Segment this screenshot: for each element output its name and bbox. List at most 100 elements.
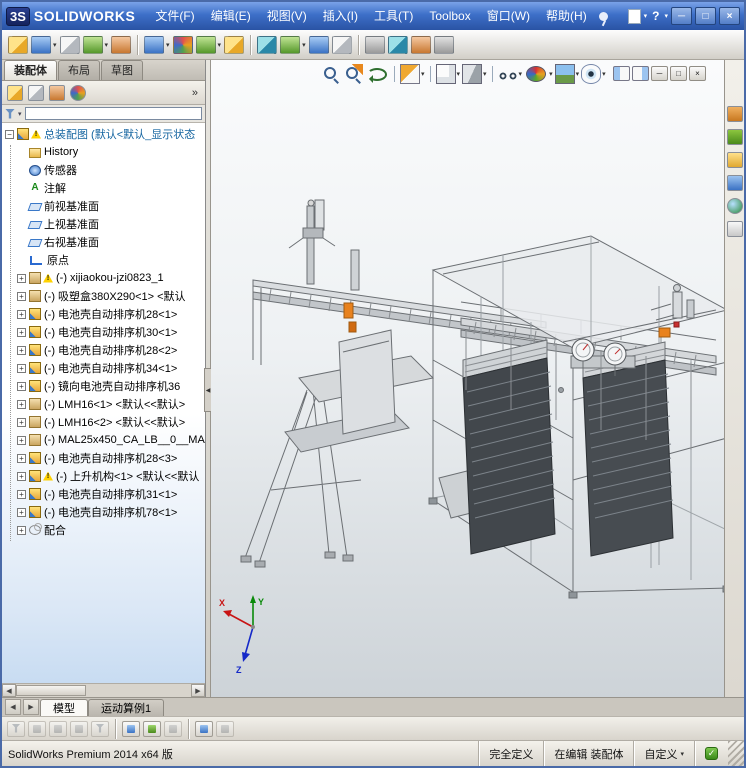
tree-filter-input[interactable] xyxy=(24,107,202,120)
filter-faces-icon[interactable] xyxy=(70,720,88,737)
hide-show-items-icon[interactable] xyxy=(497,64,518,84)
expand-toggle[interactable]: + xyxy=(17,309,26,319)
tree-item-component[interactable]: + (-) LMH16<2> <默认<<默认> xyxy=(5,413,205,431)
show-hidden-dropdown-icon[interactable]: ▾ xyxy=(218,41,222,49)
new-document-dropdown-icon[interactable]: ▾ xyxy=(644,12,648,20)
window-maximize-button[interactable]: □ xyxy=(695,7,716,25)
split-pane-left-icon[interactable] xyxy=(613,66,630,81)
tab-motion-study[interactable]: 运动算例1 xyxy=(88,699,165,716)
filter-dropdown-icon[interactable]: ▾ xyxy=(18,110,22,118)
exploded-view-icon[interactable] xyxy=(331,35,352,54)
tree-item-annotations[interactable]: A 注解 xyxy=(5,179,205,197)
edit-component-icon[interactable] xyxy=(8,35,28,54)
menu-edit[interactable]: 编辑(E) xyxy=(203,2,259,30)
clear-filters-icon[interactable] xyxy=(91,720,109,737)
help-icon[interactable]: ? xyxy=(650,9,661,23)
filter-toggle-icon[interactable] xyxy=(7,720,25,737)
filter-edges-icon[interactable] xyxy=(49,720,67,737)
tree-item-origin[interactable]: 原点 xyxy=(5,251,205,269)
tab-model[interactable]: 模型 xyxy=(40,699,88,716)
scroll-left-button[interactable]: ◀ xyxy=(2,684,16,697)
view-orientation-dropdown-icon[interactable]: ▾ xyxy=(457,70,461,78)
tree-item-component[interactable]: + (-) 吸塑盒380X290<1> <默认 xyxy=(5,287,205,305)
view-settings-dropdown-icon[interactable]: ▾ xyxy=(602,70,606,78)
tree-item-component[interactable]: + (-) 电池壳自动排序机78<1> xyxy=(5,503,205,521)
scroll-right-button[interactable]: ▶ xyxy=(191,684,205,697)
tree-item-sensors[interactable]: 传感器 xyxy=(5,161,205,179)
tree-item-component[interactable]: + (-) LMH16<1> <默认<<默认> xyxy=(5,395,205,413)
tree-item-mates[interactable]: + 配合 xyxy=(5,521,205,539)
document-minimize-button[interactable]: ─ xyxy=(651,66,668,81)
new-document-icon[interactable] xyxy=(627,8,641,24)
tree-item-component[interactable]: + (-) MAL25x450_CA_LB__0__MA xyxy=(5,431,205,449)
menu-insert[interactable]: 插入(I) xyxy=(315,2,366,30)
tree-item-component[interactable]: + (-) 电池壳自动排序机30<1> xyxy=(5,323,205,341)
tab-scroll-right-button[interactable]: ▶ xyxy=(23,699,39,715)
expand-toggle[interactable]: + xyxy=(17,435,26,445)
large-assembly-mode-icon[interactable] xyxy=(433,35,454,54)
window-minimize-button[interactable]: ─ xyxy=(671,7,692,25)
tab-sketch[interactable]: 草图 xyxy=(101,60,143,80)
expand-toggle[interactable]: + xyxy=(17,291,26,301)
filter-funnel-icon[interactable] xyxy=(5,108,15,119)
panel-more-chevrons[interactable]: » xyxy=(192,87,200,99)
move-component-dropdown-icon[interactable]: ▾ xyxy=(166,41,170,49)
displaymanager-icon[interactable] xyxy=(70,84,86,101)
insert-components-dropdown-icon[interactable]: ▾ xyxy=(53,41,57,49)
apply-scene-dropdown-icon[interactable]: ▾ xyxy=(576,70,580,78)
expand-toggle[interactable]: + xyxy=(17,345,26,355)
document-restore-button[interactable]: □ xyxy=(670,66,687,81)
component-pattern-icon[interactable] xyxy=(82,35,103,54)
file-explorer-icon[interactable] xyxy=(726,152,743,168)
snap-toggle-icon[interactable] xyxy=(143,720,161,737)
tree-item-component[interactable]: + (-) 电池壳自动排序机28<3> xyxy=(5,449,205,467)
tree-item-front-plane[interactable]: 前视基准面 xyxy=(5,197,205,215)
tree-item-component[interactable]: + (-) 电池壳自动排序机28<2> xyxy=(5,341,205,359)
split-pane-right-icon[interactable] xyxy=(632,66,649,81)
new-motion-study-icon[interactable] xyxy=(280,35,301,54)
expand-toggle[interactable]: − xyxy=(5,129,14,139)
rotate-component-icon[interactable] xyxy=(172,35,193,54)
expand-toggle[interactable]: + xyxy=(17,525,26,535)
assembly-features-icon[interactable] xyxy=(224,35,245,54)
view-settings-icon[interactable] xyxy=(581,64,602,84)
featuremanager-tree-icon[interactable] xyxy=(7,84,23,101)
menu-window[interactable]: 窗口(W) xyxy=(479,2,538,30)
custom-dropdown-icon[interactable]: ▾ xyxy=(680,750,684,758)
reference-geometry-icon[interactable] xyxy=(257,35,278,54)
tree-item-history[interactable]: History xyxy=(5,143,205,161)
zoom-to-area-icon[interactable] xyxy=(343,64,363,84)
custom-dropdown[interactable]: 自定义 ▾ xyxy=(633,741,694,766)
section-view-dropdown-icon[interactable]: ▾ xyxy=(421,70,425,78)
document-close-button[interactable]: × xyxy=(689,66,706,81)
quick-snaps-icon[interactable] xyxy=(164,720,182,737)
view-palette-icon[interactable] xyxy=(726,175,743,191)
previous-view-icon[interactable] xyxy=(367,67,387,83)
move-component-icon[interactable] xyxy=(144,35,165,54)
menu-toolbox[interactable]: Toolbox xyxy=(421,2,478,30)
expand-toggle[interactable]: + xyxy=(17,507,26,517)
configurationmanager-icon[interactable] xyxy=(49,84,65,101)
assembly-visualization-icon[interactable] xyxy=(387,35,408,54)
tab-assembly[interactable]: 装配体 xyxy=(4,60,57,80)
expand-toggle[interactable]: + xyxy=(17,363,26,373)
bill-of-materials-icon[interactable] xyxy=(308,35,329,54)
magnified-selection-icon[interactable] xyxy=(122,720,140,737)
tree-item-component[interactable]: + (-) 电池壳自动排序机34<1> xyxy=(5,359,205,377)
interference-detection-icon[interactable] xyxy=(364,35,385,54)
expand-toggle[interactable]: + xyxy=(17,327,26,337)
select-other-icon[interactable] xyxy=(216,720,234,737)
scrollbar-track[interactable] xyxy=(86,684,191,697)
hide-show-dropdown-icon[interactable]: ▾ xyxy=(519,70,523,78)
motion-study-dropdown-icon[interactable]: ▾ xyxy=(302,41,306,49)
tree-item-root-assembly[interactable]: − ! 总装配图 (默认<默认_显示状态 xyxy=(5,125,205,143)
help-dropdown-icon[interactable]: ▾ xyxy=(664,12,668,20)
resize-grip[interactable] xyxy=(728,741,744,766)
zoom-fit-icon[interactable] xyxy=(321,64,341,84)
menu-help[interactable]: 帮助(H) xyxy=(538,2,595,30)
menu-tools[interactable]: 工具(T) xyxy=(366,2,421,30)
menu-file[interactable]: 文件(F) xyxy=(147,2,202,30)
window-close-button[interactable]: × xyxy=(719,7,740,25)
propertymanager-icon[interactable] xyxy=(28,84,44,101)
display-style-icon[interactable] xyxy=(462,64,483,84)
